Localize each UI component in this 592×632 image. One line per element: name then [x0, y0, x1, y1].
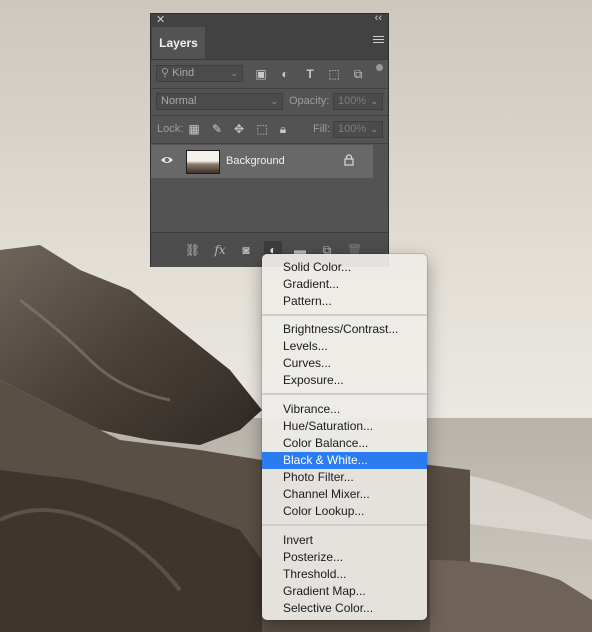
- menu-item-black-white[interactable]: Black & White...: [262, 452, 427, 469]
- chevron-down-icon: ⌄: [370, 124, 378, 134]
- menu-item-color-lookup[interactable]: Color Lookup...: [262, 503, 427, 520]
- link-layers-icon[interactable]: ⛓: [185, 243, 200, 257]
- opacity-value: 100%: [338, 95, 367, 107]
- lock-icon[interactable]: [344, 154, 354, 166]
- panel-tab-row: Layers: [151, 27, 388, 60]
- add-mask-icon[interactable]: ◙: [239, 243, 253, 257]
- menu-item-hue-saturation[interactable]: Hue/Saturation...: [262, 418, 427, 435]
- divider: [151, 88, 388, 89]
- lock-all-icon[interactable]: 🔒︎: [276, 122, 290, 136]
- menu-item-solid-color[interactable]: Solid Color...: [262, 259, 427, 276]
- close-icon[interactable]: ✕: [156, 13, 165, 26]
- fill-input[interactable]: 100% ⌄: [333, 121, 383, 138]
- search-icon: ⚲: [161, 67, 170, 79]
- menu-item-channel-mixer[interactable]: Channel Mixer...: [262, 486, 427, 503]
- menu-item-curves[interactable]: Curves...: [262, 355, 427, 372]
- menu-item-gradient[interactable]: Gradient...: [262, 276, 427, 293]
- blend-mode-value: Normal: [161, 95, 197, 107]
- menu-item-brightness-contrast[interactable]: Brightness/Contrast...: [262, 321, 427, 338]
- chevron-down-icon: ⌄: [270, 96, 278, 106]
- smart-object-filter-icon[interactable]: ⧉: [351, 67, 365, 81]
- menu-item-gradient-map[interactable]: Gradient Map...: [262, 583, 427, 600]
- menu-item-color-balance[interactable]: Color Balance...: [262, 435, 427, 452]
- layers-panel: ✕ ‹‹ Layers ⚲ Kind ⌄ ▣ ◐ T ⬚ ⧉ Normal ⌄ …: [150, 12, 389, 267]
- menu-item-selective-color[interactable]: Selective Color...: [262, 600, 427, 617]
- lock-position-icon[interactable]: ✥: [232, 122, 246, 136]
- filter-toggle[interactable]: [376, 64, 383, 71]
- lock-transparent-pixels-icon[interactable]: ▦: [187, 122, 201, 136]
- kind-filter-select[interactable]: ⚲ Kind ⌄: [156, 65, 243, 82]
- menu-item-exposure[interactable]: Exposure...: [262, 372, 427, 389]
- panel-titlebar: ✕ ‹‹: [151, 12, 388, 27]
- chevron-down-icon: ⌄: [370, 96, 378, 106]
- fill-label: Fill:: [313, 123, 331, 135]
- shape-filter-icon[interactable]: ⬚: [327, 67, 341, 81]
- layer-thumbnail: [186, 150, 220, 174]
- kind-filter-label: Kind: [172, 67, 195, 79]
- adjustment-filter-icon[interactable]: ◐: [278, 67, 292, 81]
- type-filter-icon[interactable]: T: [303, 67, 317, 81]
- menu-item-threshold[interactable]: Threshold...: [262, 566, 427, 583]
- fill-value: 100%: [338, 123, 367, 135]
- fx-icon[interactable]: fx: [213, 243, 227, 257]
- layer-row-background[interactable]: Background: [151, 145, 373, 178]
- menu-separator: [262, 524, 427, 526]
- divider: [151, 115, 388, 116]
- lock-image-pixels-icon[interactable]: ✎: [210, 122, 224, 136]
- tab-layers[interactable]: Layers: [152, 27, 205, 59]
- menu-item-invert[interactable]: Invert: [262, 532, 427, 549]
- eye-icon[interactable]: [160, 155, 174, 165]
- prevent-autonest-icon[interactable]: ⬚: [255, 122, 269, 136]
- layer-name[interactable]: Background: [226, 155, 285, 167]
- blend-mode-select[interactable]: Normal ⌄: [156, 93, 283, 110]
- opacity-input[interactable]: 100% ⌄: [333, 93, 383, 110]
- menu-item-levels[interactable]: Levels...: [262, 338, 427, 355]
- lock-label: Lock:: [157, 123, 184, 135]
- menu-separator: [262, 393, 427, 395]
- menu-separator: [262, 314, 427, 316]
- image-filter-icon[interactable]: ▣: [254, 67, 268, 81]
- panel-menu-icon[interactable]: [373, 36, 384, 45]
- menu-item-pattern[interactable]: Pattern...: [262, 293, 427, 310]
- divider: [151, 143, 388, 144]
- menu-item-vibrance[interactable]: Vibrance...: [262, 401, 427, 418]
- collapse-icon[interactable]: ‹‹: [375, 12, 382, 24]
- opacity-label: Opacity:: [289, 95, 330, 107]
- menu-item-posterize[interactable]: Posterize...: [262, 549, 427, 566]
- menu-item-photo-filter[interactable]: Photo Filter...: [262, 469, 427, 486]
- adjustment-layer-menu: Solid Color... Gradient... Pattern... Br…: [262, 254, 427, 620]
- chevron-down-icon: ⌄: [230, 68, 238, 78]
